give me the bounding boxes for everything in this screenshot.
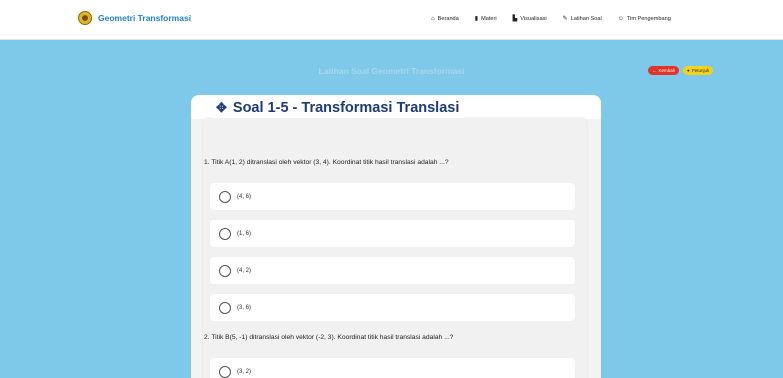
option-label: (3, 6) [237,304,252,311]
nav-latihan-soal[interactable]: ✎ Latihan Soal [562,15,602,23]
radio-button[interactable] [219,227,231,240]
people-icon: ☺ [617,15,624,22]
arrow-left-icon: ← [652,68,657,73]
option-label: (1, 6) [237,230,252,237]
question-text: 2. Titik B(5, -1) ditranslasi oleh vekto… [204,334,454,341]
brand[interactable]: Geometri Transformasi [78,11,191,25]
nav-beranda[interactable]: ⌂ Beranda [431,15,459,22]
answer-option[interactable]: (4, 6) [210,183,575,210]
nav-tim-pengembang[interactable]: ☺ Tim Pengembang [618,15,671,22]
navbar: Geometri Transformasi ⌂ Beranda ▮ Materi… [0,0,783,40]
radio-button[interactable] [219,301,231,314]
answer-option[interactable]: (4, 2) [210,257,575,284]
logo-icon [78,11,92,25]
brand-title: Geometri Transformasi [98,13,192,23]
nav-visualisasi[interactable]: ▙ Visualisasi [512,15,547,23]
answer-option[interactable]: (3, 6) [210,294,575,321]
house-icon: ⌂ [431,15,435,22]
radio-button[interactable] [219,365,231,378]
nav-links: ⌂ Beranda ▮ Materi ▙ Visualisasi ✎ Latih… [431,15,687,23]
option-label: (4, 6) [237,193,252,200]
question-text: 1. Titik A(1, 2) ditranslasi oleh vektor… [204,159,449,166]
info-icon: ● [687,68,690,73]
nav-label: Beranda [437,15,459,22]
answer-option[interactable]: (3, 2) [210,358,575,378]
radio-button[interactable] [219,190,231,203]
nav-label: Latihan Soal [570,15,602,22]
radio-button[interactable] [219,264,231,277]
petunjuk-label: Petunjuk [691,68,710,73]
nav-label: Tim Pengembang [626,15,671,22]
book-icon: ▮ [474,16,479,22]
kembali-label: Kembali [658,68,675,73]
answer-option[interactable]: (1, 6) [210,220,575,247]
nav-materi[interactable]: ▮ Materi [474,15,497,23]
section-title-text: Soal 1-5 - Transformasi Translasi [232,100,460,116]
section-title: ✥ Soal 1-5 - Transformasi Translasi [212,98,465,118]
option-label: (4, 2) [237,267,252,274]
chart-icon: ▙ [512,16,518,22]
petunjuk-button[interactable]: ● Petunjuk [683,66,714,75]
move-arrows-icon: ✥ [216,100,227,115]
kembali-button[interactable]: ← Kembali [648,66,679,75]
nav-label: Visualisasi [520,15,547,22]
nav-label: Materi [481,15,497,22]
option-label: (3, 2) [237,368,252,375]
pencil-icon: ✎ [562,16,568,22]
